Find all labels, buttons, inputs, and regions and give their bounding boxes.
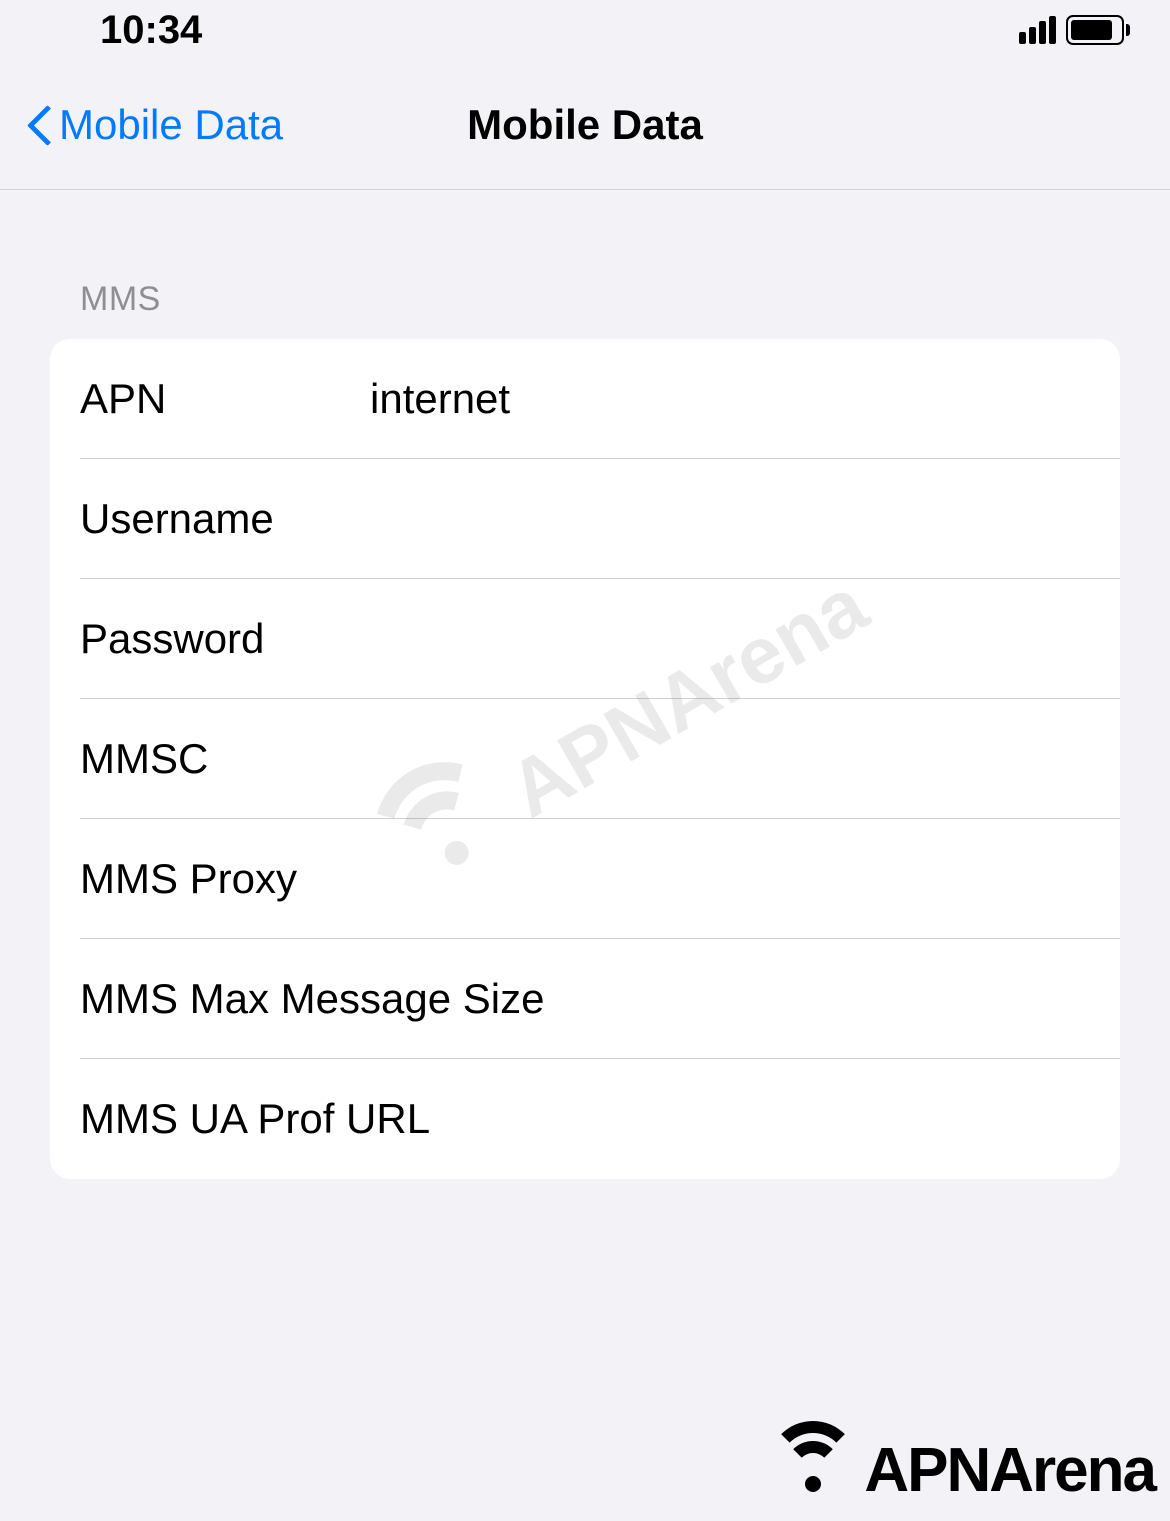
chevron-back-icon xyxy=(25,105,49,145)
label-apn: APN xyxy=(80,375,370,423)
row-apn[interactable]: APN xyxy=(50,339,1120,459)
row-mms-max-size[interactable]: MMS Max Message Size xyxy=(50,939,1120,1059)
label-mms-ua-prof: MMS UA Prof URL xyxy=(80,1095,430,1143)
brand-logo: APNArena xyxy=(768,1435,1155,1506)
input-apn[interactable] xyxy=(370,375,1090,423)
row-mms-ua-prof[interactable]: MMS UA Prof URL xyxy=(50,1059,1120,1179)
label-mmsc: MMSC xyxy=(80,735,370,783)
row-password[interactable]: Password xyxy=(50,579,1120,699)
wifi-icon xyxy=(768,1436,858,1506)
row-username[interactable]: Username xyxy=(50,459,1120,579)
row-mms-proxy[interactable]: MMS Proxy xyxy=(50,819,1120,939)
status-indicators xyxy=(1019,15,1130,45)
status-bar: 10:34 xyxy=(0,0,1170,60)
content-area: MMS APN Username Password MMSC MMS Proxy… xyxy=(0,190,1170,1179)
battery-icon xyxy=(1066,15,1130,45)
settings-group-mms: APN Username Password MMSC MMS Proxy MMS… xyxy=(50,339,1120,1179)
navigation-bar: Mobile Data Mobile Data xyxy=(0,60,1170,190)
back-label: Mobile Data xyxy=(59,101,283,149)
brand-text: APNArena xyxy=(864,1435,1155,1506)
label-username: Username xyxy=(80,495,370,543)
label-mms-max-size: MMS Max Message Size xyxy=(80,975,544,1023)
page-title: Mobile Data xyxy=(467,101,703,149)
row-mmsc[interactable]: MMSC xyxy=(50,699,1120,819)
input-mmsc[interactable] xyxy=(370,735,1090,783)
label-password: Password xyxy=(80,615,370,663)
label-mms-proxy: MMS Proxy xyxy=(80,855,370,903)
signal-icon xyxy=(1019,16,1056,44)
input-mms-ua-prof[interactable] xyxy=(430,1095,1090,1143)
input-username[interactable] xyxy=(370,495,1090,543)
back-button[interactable]: Mobile Data xyxy=(0,101,283,149)
section-header-mms: MMS xyxy=(50,230,1120,339)
status-time: 10:34 xyxy=(100,8,202,53)
input-mms-max-size[interactable] xyxy=(544,975,1090,1023)
input-password[interactable] xyxy=(370,615,1090,663)
input-mms-proxy[interactable] xyxy=(370,855,1090,903)
